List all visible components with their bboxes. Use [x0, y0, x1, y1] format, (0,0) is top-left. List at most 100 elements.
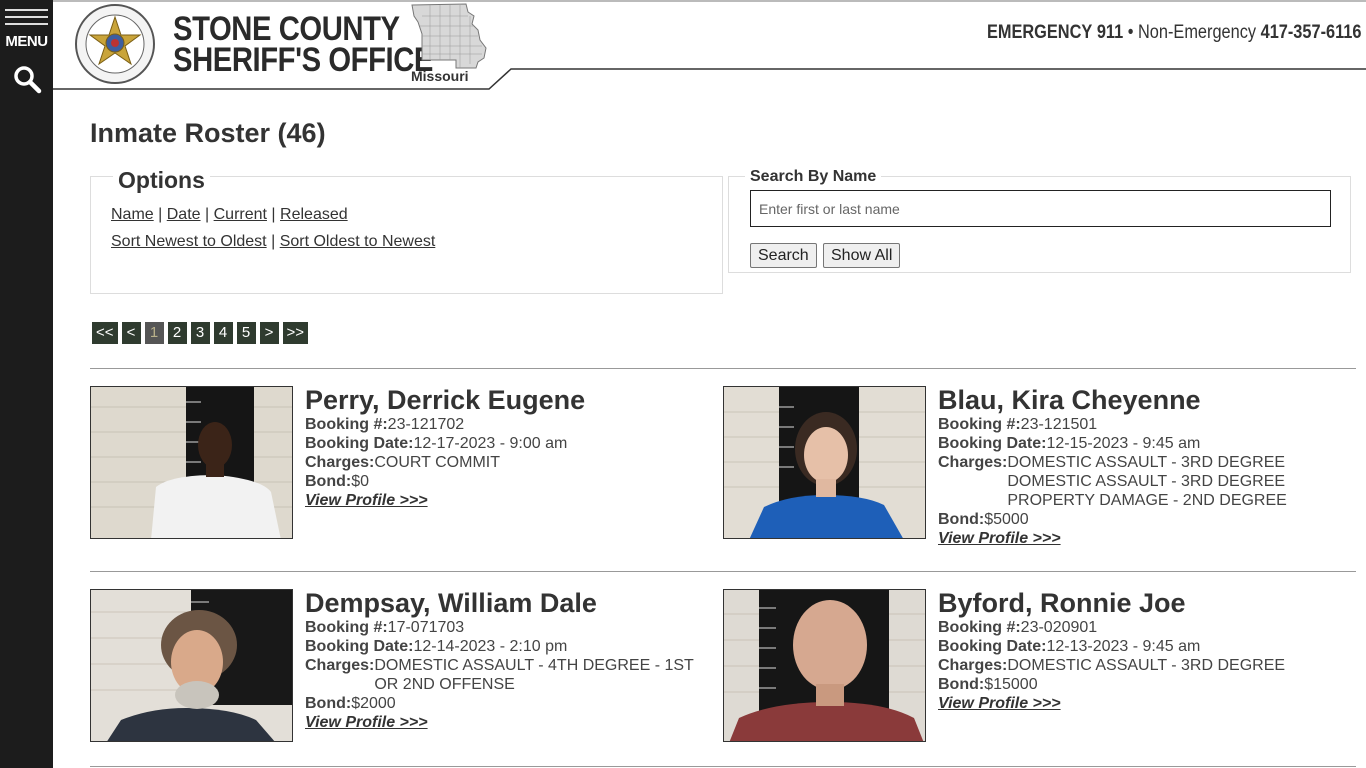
page-title: Inmate Roster (46): [90, 118, 326, 148]
phone-separator: •: [1127, 22, 1133, 43]
inmate-name[interactable]: Byford, Ronnie Joe: [938, 589, 1348, 617]
booking-num-value: 23-121702: [387, 416, 465, 433]
inmate-photo[interactable]: [723, 589, 926, 742]
options-legend: Options: [113, 167, 210, 194]
charges-label: Charges:: [305, 454, 375, 471]
booking-date-label: Booking Date:: [938, 638, 1047, 655]
filter-released-link[interactable]: Released: [280, 206, 348, 223]
emergency-number[interactable]: 911: [1096, 22, 1122, 43]
sheriff-badge-logo[interactable]: [74, 3, 156, 85]
booking-date-value: 12-14-2023 - 2:10 pm: [413, 638, 568, 655]
view-profile-link[interactable]: View Profile >>>: [305, 491, 428, 510]
bond-label: Bond:: [938, 676, 985, 693]
search-input[interactable]: [750, 190, 1331, 227]
bond-label: Bond:: [305, 473, 352, 490]
missouri-map-icon: [411, 3, 487, 69]
phone-numbers: EMERGENCY 911 • Non-Emergency 417-357-61…: [986, 22, 1361, 44]
page-1-button[interactable]: 1: [144, 322, 164, 344]
page-2-button[interactable]: 2: [167, 322, 187, 344]
search-icon[interactable]: [12, 64, 42, 94]
booking-num-label: Booking #:: [305, 416, 388, 433]
bond-value: $15000: [984, 676, 1038, 693]
charge-item: PROPERTY DAMAGE - 2ND DEGREE: [1007, 492, 1287, 509]
booking-num-label: Booking #:: [938, 619, 1021, 636]
divider: [90, 766, 1356, 767]
inmate-card: Dempsay, William Dale Booking #: 17-07170…: [90, 589, 710, 749]
charges-label: Charges:: [938, 454, 1008, 471]
page-5-button[interactable]: 5: [236, 322, 256, 344]
charge-item: DOMESTIC ASSAULT - 3RD DEGREE: [1007, 657, 1286, 674]
booking-num-value: 23-020901: [1020, 619, 1098, 636]
divider: [90, 368, 1356, 369]
filter-links: Name | Date | Current | Released: [111, 206, 348, 224]
options-panel: Options Name | Date | Current | Released…: [90, 167, 723, 294]
page-last-button[interactable]: >>: [282, 322, 309, 344]
inmate-info: Dempsay, William Dale Booking #: 17-07170…: [305, 589, 715, 732]
page-next-button[interactable]: >: [259, 322, 279, 344]
left-sidebar: MENU: [0, 0, 53, 768]
sort-links: Sort Newest to Oldest | Sort Oldest to N…: [111, 233, 435, 251]
site-header: STONE COUNTY SHERIFF'S OFFICE Missouri E…: [53, 0, 1366, 90]
booking-date-value: 12-15-2023 - 9:45 am: [1046, 435, 1201, 452]
booking-date-label: Booking Date:: [938, 435, 1047, 452]
inmate-info: Byford, Ronnie Joe Booking #: 23-020901 B…: [938, 589, 1348, 713]
sort-newest-link[interactable]: Sort Newest to Oldest: [111, 233, 267, 250]
search-legend: Search By Name: [745, 168, 882, 186]
page-prev-button[interactable]: <: [121, 322, 141, 344]
page-first-button[interactable]: <<: [92, 322, 118, 344]
nonemergency-number[interactable]: 417-357-6116: [1260, 22, 1361, 43]
booking-date-value: 12-13-2023 - 9:45 am: [1046, 638, 1201, 655]
inmate-photo[interactable]: [723, 386, 926, 539]
menu-button[interactable]: MENU: [0, 4, 53, 52]
booking-num-label: Booking #:: [938, 416, 1021, 433]
charge-item: DOMESTIC ASSAULT - 4TH DEGREE - 1ST OR 2…: [374, 657, 694, 693]
inmate-name[interactable]: Dempsay, William Dale: [305, 589, 715, 617]
inmate-card: Perry, Derrick Eugene Booking #: 23-12170…: [90, 386, 710, 546]
pagination: << < 1 2 3 4 5 > >>: [92, 322, 309, 344]
charges-list: DOMESTIC ASSAULT - 3RD DEGREE: [1007, 656, 1285, 675]
show-all-button[interactable]: Show All: [823, 243, 901, 268]
view-profile-link[interactable]: View Profile >>>: [938, 529, 1061, 548]
charge-item: DOMESTIC ASSAULT - 3RD DEGREE: [1007, 454, 1286, 471]
charges-label: Charges:: [938, 657, 1008, 674]
filter-date-link[interactable]: Date: [167, 206, 201, 223]
inmate-card: Byford, Ronnie Joe Booking #: 23-020901 B…: [723, 589, 1343, 749]
bond-value: $2000: [351, 695, 396, 712]
charges-list: COURT COMMIT: [374, 453, 500, 472]
page-4-button[interactable]: 4: [213, 322, 233, 344]
menu-label: MENU: [5, 33, 48, 50]
inmate-name[interactable]: Blau, Kira Cheyenne: [938, 386, 1348, 414]
charges-list: DOMESTIC ASSAULT - 4TH DEGREE - 1ST OR 2…: [374, 656, 704, 694]
filter-name-link[interactable]: Name: [111, 206, 154, 223]
page-3-button[interactable]: 3: [190, 322, 210, 344]
booking-date-label: Booking Date:: [305, 638, 414, 655]
divider: [90, 571, 1356, 572]
view-profile-link[interactable]: View Profile >>>: [305, 713, 428, 732]
emergency-label: EMERGENCY: [986, 22, 1092, 43]
bond-label: Bond:: [305, 695, 352, 712]
hamburger-icon: [5, 9, 48, 30]
inmate-photo[interactable]: [90, 386, 293, 539]
charge-item: DOMESTIC ASSAULT - 3RD DEGREE: [1007, 473, 1286, 490]
sort-oldest-link[interactable]: Sort Oldest to Newest: [280, 233, 436, 250]
inmate-info: Perry, Derrick Eugene Booking #: 23-12170…: [305, 386, 715, 510]
inmate-photo[interactable]: [90, 589, 293, 742]
inmate-name[interactable]: Perry, Derrick Eugene: [305, 386, 715, 414]
filter-current-link[interactable]: Current: [214, 206, 267, 223]
site-title-line2[interactable]: SHERIFF'S OFFICE: [173, 41, 433, 80]
booking-num-label: Booking #:: [305, 619, 388, 636]
link-separator: |: [271, 206, 276, 223]
state-label: Missouri: [411, 68, 469, 84]
search-button[interactable]: Search: [750, 243, 817, 268]
inmate-card: Blau, Kira Cheyenne Booking #: 23-121501 …: [723, 386, 1343, 547]
charges-label: Charges:: [305, 657, 375, 674]
booking-num-value: 23-121501: [1020, 416, 1098, 433]
view-profile-link[interactable]: View Profile >>>: [938, 694, 1061, 713]
bond-value: $5000: [984, 511, 1029, 528]
booking-num-value: 17-071703: [387, 619, 465, 636]
bond-label: Bond:: [938, 511, 985, 528]
bond-value: $0: [351, 473, 369, 490]
charges-list: DOMESTIC ASSAULT - 3RD DEGREE DOMESTIC A…: [1007, 453, 1286, 510]
inmate-info: Blau, Kira Cheyenne Booking #: 23-121501 …: [938, 386, 1348, 548]
search-panel: Search By Name Search Show All: [728, 168, 1351, 273]
